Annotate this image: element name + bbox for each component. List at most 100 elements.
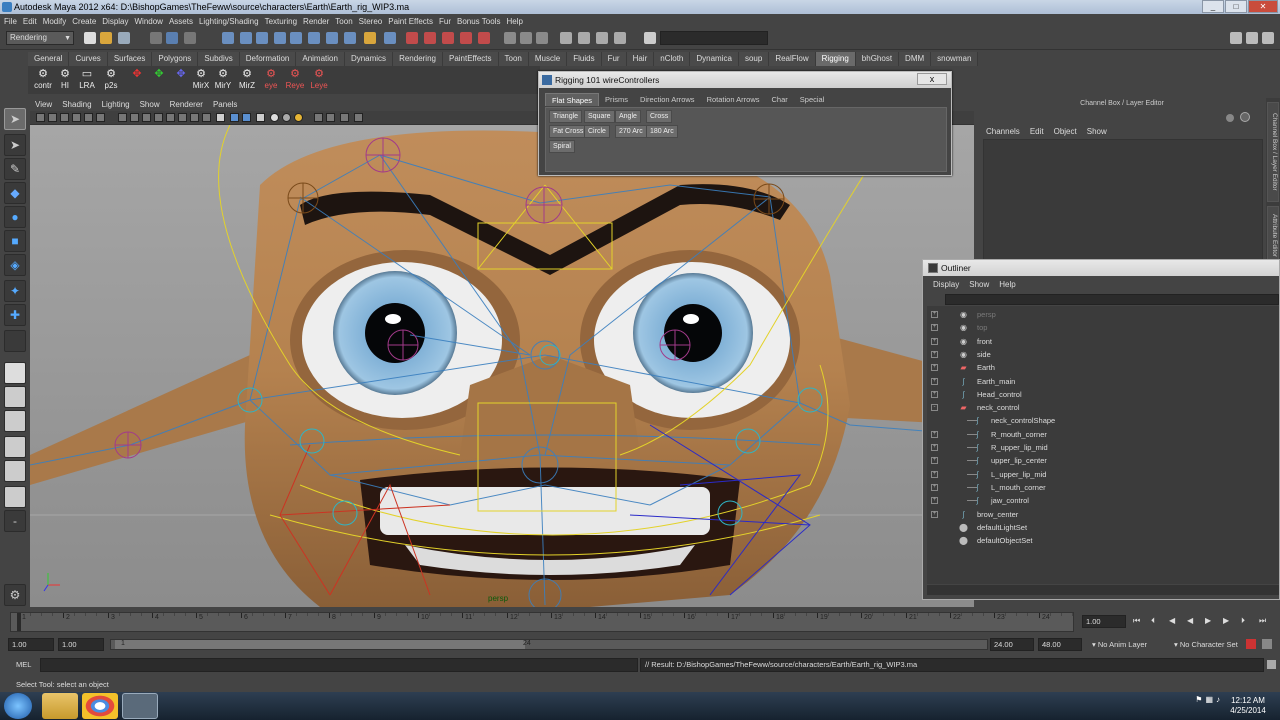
smooth-shade-icon[interactable] [130,113,139,122]
open-scene-icon[interactable] [100,32,112,44]
shelf-btn-reye[interactable]: ⚙ Reye [282,68,308,92]
menu-create[interactable]: Create [72,17,102,26]
shelf-tab-dynamica[interactable]: Dynamica [690,52,739,66]
angle-button[interactable]: Angle [615,110,641,123]
tab-special[interactable]: Special [794,93,831,106]
textured-icon[interactable] [154,113,163,122]
image-plane-icon[interactable] [72,113,81,122]
arc-270-button[interactable]: 270 Arc [615,125,647,138]
select-joints-icon[interactable] [240,32,252,44]
outliner-item[interactable]: + ◉ persp [927,308,1277,321]
outliner-item[interactable]: + ∫ L_upper_lip_mid [927,468,1277,481]
outliner-horizontal-scrollbar[interactable] [927,585,1279,595]
start-button[interactable] [4,693,32,719]
expand-icon[interactable]: + [931,377,938,385]
network-icon[interactable]: ▦ [1205,695,1213,704]
tab-rotation-arrows[interactable]: Rotation Arrows [701,93,766,106]
select-component-icon[interactable] [184,32,196,44]
persp-graph-layout-icon[interactable] [4,436,26,458]
construction-history-icon[interactable] [536,32,548,44]
flag-icon[interactable]: ⚑ [1195,695,1202,704]
outliner-item[interactable]: + ∫ R_upper_lip_mid [927,441,1277,454]
menu-fur[interactable]: Fur [439,17,457,26]
shelf-tab-snowman[interactable]: snowman [931,52,979,66]
menu-file[interactable]: File [4,17,23,26]
expand-icon[interactable]: + [931,497,938,505]
hypershade-layout-icon[interactable] [4,460,26,482]
shelf-tab-soup[interactable]: soup [738,52,770,66]
menu-modify[interactable]: Modify [43,17,73,26]
outliner-item[interactable]: + ∫ L_mouth_corner [927,481,1277,494]
outliner-item[interactable]: + ∫ Head_control [927,388,1277,401]
field-chart-icon[interactable] [340,113,349,122]
current-time-indicator[interactable] [17,613,21,631]
channel-menu-channels[interactable]: Channels [986,127,1030,136]
show-attribute-editor-icon[interactable] [1230,32,1242,44]
current-frame-field[interactable]: 1.00 [1082,615,1126,628]
move-tool-icon[interactable]: ◆ [4,182,26,204]
shelf-tab-dynamics[interactable]: Dynamics [344,52,394,66]
bookmarks-icon[interactable] [60,113,69,122]
outliner-item[interactable]: + ∫ R_mouth_corner [927,428,1277,441]
isolate-select-icon[interactable] [216,113,225,122]
minimize-button[interactable]: _ [1202,0,1224,13]
menu-assets[interactable]: Assets [169,17,199,26]
rigging-window-titlebar[interactable]: Rigging 101 wireControllers x [539,72,951,88]
outliner-item[interactable]: ∫ neck_controlShape [927,414,1277,427]
tab-channel-box[interactable]: Channel Box / Layer Editor [1267,102,1279,202]
shelf-tab-subdivs[interactable]: Subdivs [198,52,240,66]
clock[interactable]: 12:12 AM 4/25/2014 [1222,696,1274,716]
input-mode-icon[interactable] [644,32,656,44]
select-tool-icon[interactable]: ➤ [4,108,26,130]
select-rendering-icon[interactable] [326,32,338,44]
last-tool-icon[interactable] [4,330,26,352]
expand-icon[interactable]: + [931,350,938,358]
shelf-tab-ncloth[interactable]: nCloth [654,52,691,66]
snap-grid-icon[interactable] [406,32,418,44]
menu-display[interactable]: Display [102,17,134,26]
close-button[interactable]: x [917,73,947,85]
ssao-icon[interactable] [256,113,265,122]
anim-layer-dropdown[interactable]: ▾ No Anim Layer [1092,640,1147,649]
outliner-layout-icon[interactable] [4,486,26,508]
rotate-tool-icon[interactable]: ● [4,206,26,228]
step-forward-key-icon[interactable]: ⏵ [1241,616,1245,626]
go-to-end-icon[interactable]: ⏭ [1259,616,1266,626]
quick-selection-field[interactable] [660,31,768,45]
shelf-tab-realflow[interactable]: RealFlow [769,52,816,66]
expand-icon[interactable]: + [931,337,938,345]
motion-blur-icon[interactable] [270,113,279,122]
cross-button[interactable]: Cross [646,110,673,123]
use-all-lights-icon[interactable] [166,113,175,122]
chrome-taskbar-icon[interactable] [82,693,118,719]
xray-joints-icon[interactable] [202,113,211,122]
shelf-tab-hair[interactable]: Hair [626,52,655,66]
channel-box-area[interactable] [983,139,1263,260]
shelf-tab-animation[interactable]: Animation [296,52,345,66]
outliner-item[interactable]: + ▰ Earth [927,361,1277,374]
expand-icon[interactable]: + [931,483,938,491]
menu-window[interactable]: Window [135,17,169,26]
menu-edit[interactable]: Edit [23,17,43,26]
menu-help[interactable]: Help [506,17,528,26]
character-set-dropdown[interactable]: ▾ No Character Set [1174,640,1238,649]
menu-texturing[interactable]: Texturing [265,17,303,26]
triangle-button[interactable]: Triangle [549,110,583,123]
shelf-tab-curves[interactable]: Curves [69,52,108,66]
outliner-item[interactable]: ⬤ defaultObjectSet [927,534,1277,547]
input-ops-icon[interactable] [504,32,516,44]
select-misc-icon[interactable] [344,32,356,44]
channel-menu-show[interactable]: Show [1087,127,1117,136]
tab-direction-arrows[interactable]: Direction Arrows [634,93,701,106]
menu-bonus-tools[interactable]: Bonus Tools [457,17,506,26]
volume-icon[interactable]: ♪ [1216,695,1220,704]
close-button[interactable]: ✕ [1248,0,1278,13]
expand-icon[interactable]: + [931,430,938,438]
maximize-button[interactable]: □ [1225,0,1247,13]
camera-attributes-icon[interactable] [48,113,57,122]
shelf-btn-lra[interactable]: ▭ LRA [74,68,100,92]
help-icon[interactable] [1240,112,1250,122]
outliner-item[interactable]: - ▰ neck_control [927,401,1277,414]
film-gate-icon[interactable] [96,113,105,122]
output-ops-icon[interactable] [520,32,532,44]
